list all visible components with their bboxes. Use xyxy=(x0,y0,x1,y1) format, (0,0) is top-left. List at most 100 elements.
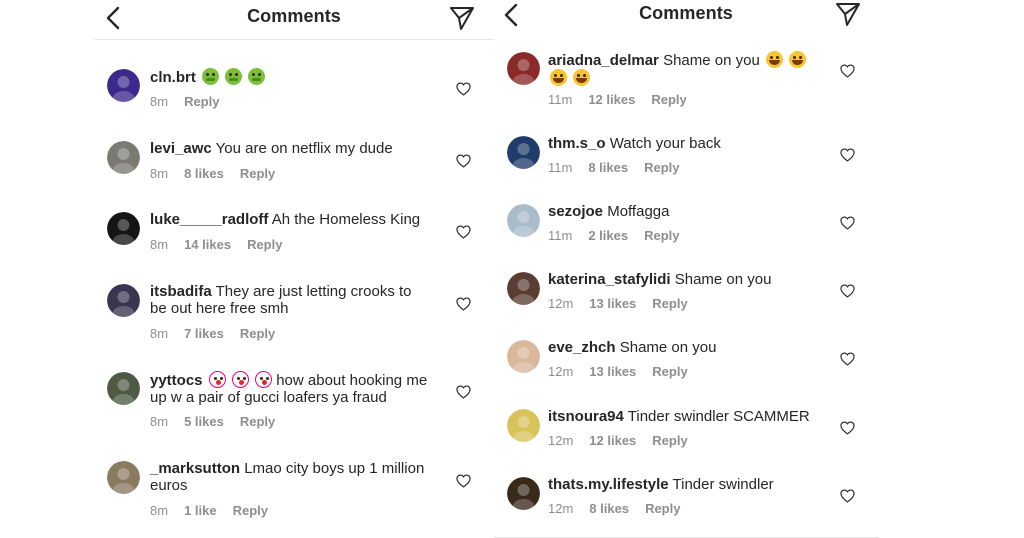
comment-username[interactable]: ariadna_delmar xyxy=(548,52,659,69)
comment-username[interactable]: sezojoe xyxy=(548,203,603,220)
paper-plane-icon[interactable] xyxy=(448,4,476,32)
comment-body: _marksutton Lmao city boys up 1 million … xyxy=(150,460,432,494)
heart-outline-icon[interactable] xyxy=(840,489,855,503)
comment-body: luke_____radloff Ah the Homeless King xyxy=(150,211,432,228)
comment-meta: 8m 1 like Reply xyxy=(150,503,284,518)
clown-face-emoji-icon xyxy=(255,371,273,388)
comment-username[interactable]: yyttocs xyxy=(150,372,203,389)
reply-button[interactable]: Reply xyxy=(240,326,275,341)
heart-outline-icon[interactable] xyxy=(456,385,471,399)
avatar[interactable] xyxy=(107,141,140,174)
likes-count-link[interactable]: 8 likes xyxy=(184,166,224,181)
avatar[interactable] xyxy=(107,212,140,245)
heart-outline-icon[interactable] xyxy=(840,421,855,435)
comment-body: eve_zhch Shame on you xyxy=(548,339,818,356)
likes-count-link[interactable]: 7 likes xyxy=(184,326,224,341)
comment-username[interactable]: luke_____radloff xyxy=(150,211,268,228)
likes-count-link[interactable]: 12 likes xyxy=(588,92,635,107)
comment-meta: 12m 13 likes Reply xyxy=(548,296,704,311)
laugh-face-emoji-icon xyxy=(789,51,807,68)
likes-count-link[interactable]: 13 likes xyxy=(589,364,636,379)
avatar[interactable] xyxy=(107,284,140,317)
reply-button[interactable]: Reply xyxy=(184,94,219,109)
page-title: Comments xyxy=(639,3,733,23)
heart-outline-icon[interactable] xyxy=(456,474,471,488)
comment-body: katerina_stafylidi Shame on you xyxy=(548,271,818,288)
avatar[interactable] xyxy=(107,372,140,405)
comment-username[interactable]: itsbadifa xyxy=(150,283,212,300)
likes-count-link[interactable]: 14 likes xyxy=(184,237,231,252)
comment-timestamp: 11m xyxy=(548,92,573,107)
heart-outline-icon[interactable] xyxy=(840,216,855,230)
heart-outline-icon[interactable] xyxy=(840,284,855,298)
likes-count-link[interactable]: 12 likes xyxy=(589,433,636,448)
comment-meta: 11m 2 likes Reply xyxy=(548,228,696,243)
avatar[interactable] xyxy=(507,52,540,85)
heart-outline-icon[interactable] xyxy=(840,148,855,162)
comment-meta: 11m 12 likes Reply xyxy=(548,92,703,107)
reply-button[interactable]: Reply xyxy=(240,166,275,181)
reply-button[interactable]: Reply xyxy=(651,92,686,107)
heart-outline-icon[interactable] xyxy=(456,82,471,96)
likes-count-link[interactable]: 8 likes xyxy=(588,160,628,175)
likes-count-link[interactable]: 5 likes xyxy=(184,414,224,429)
comment-meta: 12m 13 likes Reply xyxy=(548,364,704,379)
comments-header: Comments xyxy=(494,0,878,36)
comment-username[interactable]: eve_zhch xyxy=(548,339,616,356)
avatar[interactable] xyxy=(507,272,540,305)
likes-count-link[interactable]: 8 likes xyxy=(589,501,629,516)
comment-username[interactable]: itsnoura94 xyxy=(548,408,624,425)
comment-text: Shame on you xyxy=(663,52,760,69)
avatar[interactable] xyxy=(107,461,140,494)
comment-body: ariadna_delmar Shame on you xyxy=(548,51,818,87)
laugh-face-emoji-icon xyxy=(765,51,783,68)
comment-username[interactable]: thm.s_o xyxy=(548,135,606,152)
reply-button[interactable]: Reply xyxy=(652,364,687,379)
comment-username[interactable]: _marksutton xyxy=(150,460,240,477)
comment-meta: 11m 8 likes Reply xyxy=(548,160,696,175)
reply-button[interactable]: Reply xyxy=(645,501,680,516)
comment-text: Watch your back xyxy=(609,135,721,152)
comment-body: cln.brt xyxy=(150,68,432,86)
reply-button[interactable]: Reply xyxy=(233,503,268,518)
reply-button[interactable]: Reply xyxy=(652,296,687,311)
reply-button[interactable]: Reply xyxy=(240,414,275,429)
heart-outline-icon[interactable] xyxy=(840,64,855,78)
likes-count-link[interactable]: 2 likes xyxy=(588,228,628,243)
avatar[interactable] xyxy=(507,136,540,169)
avatar[interactable] xyxy=(507,477,540,510)
comment-meta: 12m 8 likes Reply xyxy=(548,501,696,516)
heart-outline-icon[interactable] xyxy=(840,352,855,366)
sick-face-emoji-icon xyxy=(202,68,220,85)
comment-body: yyttocs how about hooking me up w a pair… xyxy=(150,371,432,406)
reply-button[interactable]: Reply xyxy=(247,237,282,252)
comments-panel-right: Comments ariadna_delmar Shame on you 11m… xyxy=(494,0,878,538)
paper-plane-icon[interactable] xyxy=(834,0,862,28)
sick-face-emoji-icon xyxy=(248,68,266,85)
comment-meta: 12m 12 likes Reply xyxy=(548,433,704,448)
comment-meta: 8m 14 likes Reply xyxy=(150,237,298,252)
avatar[interactable] xyxy=(107,69,140,102)
reply-button[interactable]: Reply xyxy=(652,433,687,448)
comment-timestamp: 12m xyxy=(548,296,574,311)
heart-outline-icon[interactable] xyxy=(456,297,471,311)
comment-username[interactable]: thats.my.lifestyle xyxy=(548,476,669,493)
comment-username[interactable]: katerina_stafylidi xyxy=(548,271,671,288)
clown-face-emoji-icon xyxy=(231,371,249,388)
avatar[interactable] xyxy=(507,409,540,442)
reply-button[interactable]: Reply xyxy=(644,228,679,243)
reply-button[interactable]: Reply xyxy=(644,160,679,175)
heart-outline-icon[interactable] xyxy=(456,225,471,239)
comment-text: Tinder swindler xyxy=(672,476,774,493)
comment-username[interactable]: cln.brt xyxy=(150,69,196,86)
comment-timestamp: 12m xyxy=(548,433,574,448)
comment-timestamp: 12m xyxy=(548,364,574,379)
comment-username[interactable]: levi_awc xyxy=(150,140,212,157)
comment-meta: 8m 5 likes Reply xyxy=(150,414,291,429)
heart-outline-icon[interactable] xyxy=(456,154,471,168)
avatar[interactable] xyxy=(507,204,540,237)
likes-count-link[interactable]: 1 like xyxy=(184,503,217,518)
comment-timestamp: 8m xyxy=(150,94,169,109)
avatar[interactable] xyxy=(507,340,540,373)
likes-count-link[interactable]: 13 likes xyxy=(589,296,636,311)
